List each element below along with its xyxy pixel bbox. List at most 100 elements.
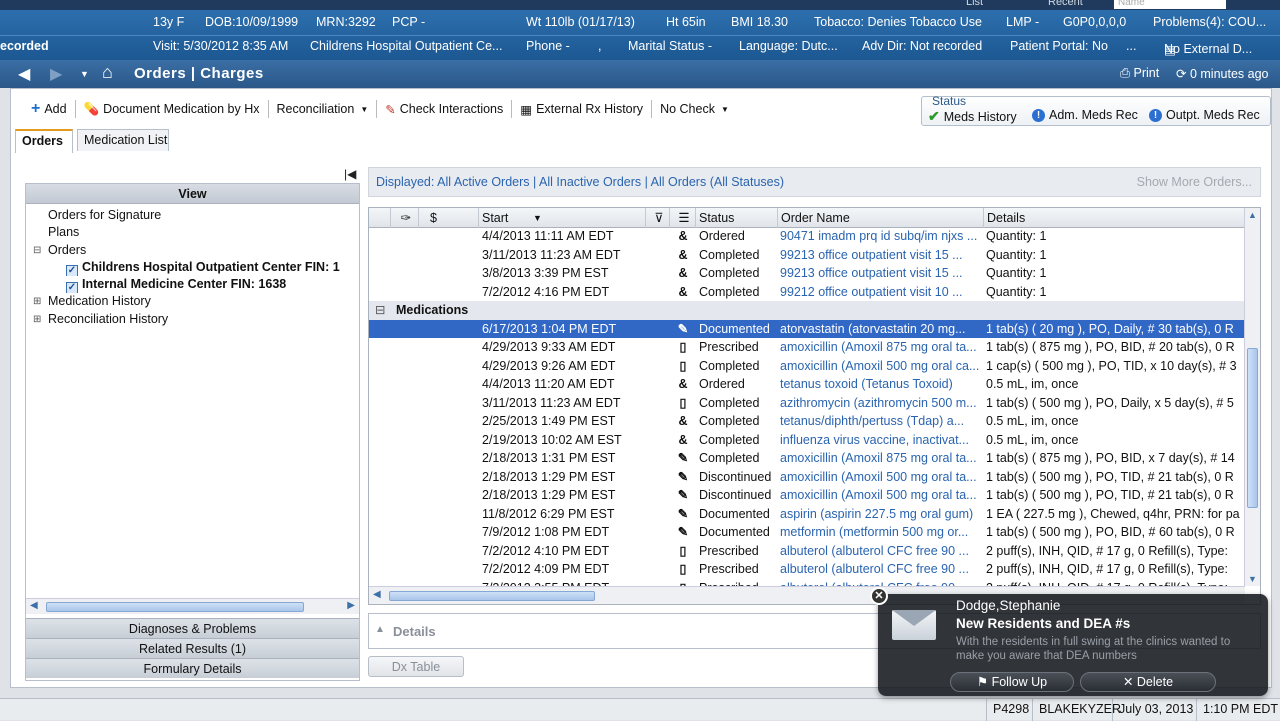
history-dropdown-icon[interactable]: ▼	[80, 69, 89, 79]
no-check-dropdown[interactable]: No Check ▼	[652, 98, 737, 120]
vertical-scrollbar[interactable]: ▲ ▼	[1244, 208, 1260, 586]
cell-name[interactable]: metformin (metformin 500 mg or...	[780, 523, 982, 541]
meds-history-status[interactable]: ✔ Meds History	[928, 108, 1017, 125]
scroll-down-icon[interactable]: ▼	[1248, 574, 1257, 584]
tab-medication-list[interactable]: Medication List	[77, 129, 169, 151]
tree-item[interactable]: Plans	[26, 224, 359, 241]
cell-name[interactable]: atorvastatin (atorvastatin 20 mg...	[780, 320, 982, 338]
table-row[interactable]: 4/29/2013 9:26 AM EDT ▯ Completed amoxicill…	[369, 357, 1245, 376]
tree-item[interactable]: ✓ Internal Medicine Center FIN: 1638	[26, 276, 359, 294]
pcp[interactable]: PCP -	[392, 15, 425, 29]
table-row[interactable]: 7/2/2012 3:55 PM EDT ▯ Prescribedalbuterol…	[369, 579, 1245, 587]
follow-up-button[interactable]: ⚑ Follow Up	[950, 672, 1074, 692]
scrollbar-thumb[interactable]	[46, 602, 304, 612]
table-row[interactable]: 7/2/2012 4:09 PM EDT ▯ Prescribed albuterol…	[369, 560, 1245, 579]
scrollbar-thumb[interactable]	[389, 591, 595, 601]
table-row[interactable]: 3/11/2013 11:23 AM EDT ▯ Completed azithrom…	[369, 394, 1245, 413]
table-row[interactable]: 2/18/2013 1:31 PM EST ✎ Completed amoxicill…	[369, 449, 1245, 468]
cell-name[interactable]: azithromycin (azithromycin 500 m...	[780, 394, 982, 412]
collapse-icon[interactable]: ⊟	[33, 242, 41, 259]
table-row[interactable]: 3/11/2013 11:23 AM EDT & Completed 99213 of…	[369, 246, 1245, 265]
cell-name[interactable]: amoxicillin (Amoxil 875 mg oral ta...	[780, 338, 982, 356]
tree-item[interactable]: ⊞ Medication History	[26, 293, 359, 310]
tree-item[interactable]: Orders for Signature	[26, 207, 359, 224]
tab-orders[interactable]: Orders	[15, 129, 73, 153]
scroll-left-icon[interactable]: ◀	[30, 600, 38, 611]
header-status-col[interactable]: Status	[696, 208, 778, 228]
add-button[interactable]: + Add	[23, 98, 75, 120]
cell-name[interactable]: tetanus/diphth/pertuss (Tdap) a...	[780, 412, 982, 430]
cell-name[interactable]: 90471 imadm prq id subq/im njxs ...	[780, 228, 982, 245]
problems[interactable]: Problems(4): COU...	[1153, 15, 1266, 29]
table-row[interactable]: 6/17/2013 1:04 PM EDT ✎ Documented atorvast…	[369, 319, 1245, 338]
visit[interactable]: Visit: 5/30/2012 8:35 AM	[153, 39, 288, 53]
document-medication-button[interactable]: 💊 Document Medication by Hx	[76, 98, 268, 120]
back-arrow-icon[interactable]: ◀	[18, 64, 30, 84]
header-order-name-col[interactable]: Order Name	[778, 208, 984, 228]
reconciliation-dropdown[interactable]: Reconciliation ▼	[269, 98, 377, 120]
name-search-input[interactable]: Name	[1114, 0, 1226, 9]
check-interactions-button[interactable]: ✎ Check Interactions	[377, 98, 511, 120]
close-icon[interactable]: ✕	[870, 587, 888, 605]
cell-name[interactable]: amoxicillin (Amoxil 500 mg oral ta...	[780, 486, 982, 504]
cell-name[interactable]: 99212 office outpatient visit 10 ...	[780, 283, 982, 301]
table-row[interactable]: 2/18/2013 1:29 PM EST ✎ Discontinued amoxic…	[369, 468, 1245, 487]
header-details-col[interactable]: Details	[984, 208, 1245, 228]
cell-name[interactable]: amoxicillin (Amoxil 500 mg oral ta...	[780, 468, 982, 486]
header-dollar-col[interactable]: $	[419, 208, 479, 228]
formulary-details-section[interactable]: Formulary Details	[26, 658, 359, 678]
table-row[interactable]: 4/4/2013 11:11 AM EDT & Ordered 90471 imadm…	[369, 228, 1245, 246]
cell-name[interactable]: amoxicillin (Amoxil 500 mg oral ca...	[780, 357, 982, 375]
header-flag-col[interactable]: ✑	[391, 208, 419, 228]
cell-name[interactable]: 99213 office outpatient visit 15 ...	[780, 264, 982, 282]
delete-button[interactable]: ✕ Delete	[1080, 672, 1216, 692]
recent-menu[interactable]: Recent	[1048, 0, 1083, 8]
checkbox[interactable]: ✓	[66, 264, 78, 277]
table-row[interactable]: 3/8/2013 3:39 PM EST & Completed 99213 offi…	[369, 264, 1245, 283]
cell-name[interactable]: amoxicillin (Amoxil 875 mg oral ta...	[780, 449, 982, 467]
table-row[interactable]: 7/2/2012 4:16 PM EDT & Completed 99212 offi…	[369, 283, 1245, 302]
tree-item[interactable]: ⊞ Reconciliation History	[26, 311, 359, 328]
horizontal-scrollbar[interactable]: ◀ ▶	[26, 598, 359, 614]
message-notification[interactable]: ✕ Dodge,Stephanie New Residents and DEA …	[870, 587, 1268, 696]
related-results-section[interactable]: Related Results (1)	[26, 638, 359, 658]
cell-name[interactable]: influenza virus vaccine, inactivat...	[780, 431, 982, 449]
scroll-right-icon[interactable]: ▶	[347, 600, 355, 611]
external-rx-history-button[interactable]: ▦ External Rx History	[512, 98, 651, 120]
cell-name[interactable]: albuterol (albuterol CFC free 90 ...	[780, 542, 982, 560]
table-row[interactable]: 2/18/2013 1:29 PM EST ✎ Discontinued amoxic…	[369, 486, 1245, 505]
table-row[interactable]: 2/25/2013 1:49 PM EST & Completed tetanus/d…	[369, 412, 1245, 431]
forward-arrow-icon[interactable]: ▶	[50, 64, 62, 84]
header-type-col[interactable]: ☰	[670, 208, 696, 228]
collapse-panel-icon[interactable]: |◀	[344, 167, 356, 181]
table-row[interactable]: 7/2/2012 4:10 PM EDT ▯ Prescribed albuterol…	[369, 542, 1245, 561]
show-more-orders-link[interactable]: Show More Orders...	[1137, 175, 1252, 189]
cell-name[interactable]: albuterol (albuterol CFC free 90 ...	[780, 560, 982, 578]
tree-item[interactable]: ✓ Childrens Hospital Outpatient Center FI…	[26, 259, 359, 277]
header-start-col[interactable]: Start ▼	[479, 208, 646, 228]
home-icon[interactable]: ⌂	[102, 62, 113, 83]
table-row[interactable]: 2/19/2013 10:02 AM EST & Completed influenz…	[369, 431, 1245, 450]
table-row[interactable]: 7/9/2012 1:08 PM EDT ✎ Documented metformin…	[369, 523, 1245, 542]
table-row[interactable]: 11/8/2012 6:29 PM EST ✎ Documented aspirin …	[369, 505, 1245, 524]
expand-triangle-icon[interactable]: ▲	[375, 624, 385, 635]
header-filter-col[interactable]: ⊽	[646, 208, 670, 228]
cell-name[interactable]: albuterol (albuterol CFC free 90 ...	[780, 579, 982, 587]
scroll-left-icon[interactable]: ◀	[373, 589, 381, 600]
adm-meds-rec-status[interactable]: ! Adm. Meds Rec	[1032, 108, 1138, 122]
scroll-up-icon[interactable]: ▲	[1248, 210, 1257, 220]
checkbox[interactable]: ✓	[66, 282, 78, 294]
cell-name[interactable]: tetanus toxoid (Tetanus Toxoid)	[780, 375, 982, 393]
diagnoses-problems-section[interactable]: Diagnoses & Problems	[26, 618, 359, 638]
table-row[interactable]: 4/4/2013 11:20 AM EDT & Ordered tetanus tox…	[369, 375, 1245, 394]
cell-name[interactable]: aspirin (aspirin 227.5 mg oral gum)	[780, 505, 982, 523]
tree-item[interactable]: ⊟ Orders	[26, 242, 359, 259]
expand-icon[interactable]: ⊞	[33, 293, 41, 310]
cell-name[interactable]: 99213 office outpatient visit 15 ...	[780, 246, 982, 264]
displayed-filter-links[interactable]: Displayed: All Active Orders | All Inact…	[376, 175, 784, 189]
dx-table-button[interactable]: Dx Table	[368, 656, 464, 677]
scrollbar-thumb[interactable]	[1247, 348, 1258, 508]
outpt-meds-rec-status[interactable]: ! Outpt. Meds Rec	[1149, 108, 1260, 122]
medications-group-header[interactable]: ⊟ Medications	[369, 301, 1245, 320]
expand-icon[interactable]: ⊞	[33, 311, 41, 328]
